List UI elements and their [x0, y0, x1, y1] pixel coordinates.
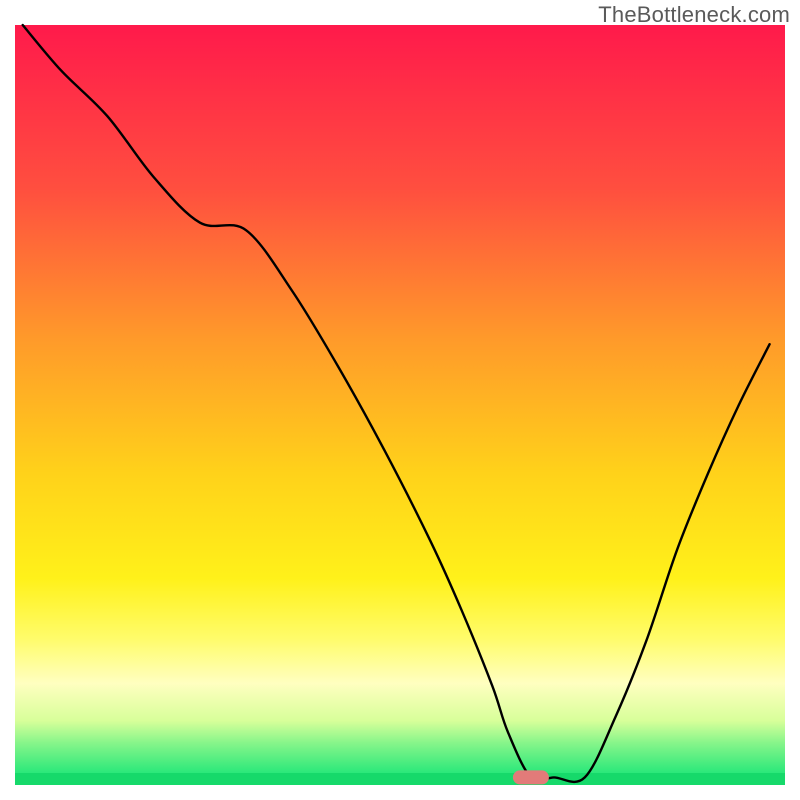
watermark-text: TheBottleneck.com	[598, 2, 790, 28]
optimal-marker	[513, 770, 549, 784]
bottleneck-plot	[0, 0, 800, 800]
plot-gradient-area	[15, 25, 785, 773]
chart-container: TheBottleneck.com	[0, 0, 800, 800]
